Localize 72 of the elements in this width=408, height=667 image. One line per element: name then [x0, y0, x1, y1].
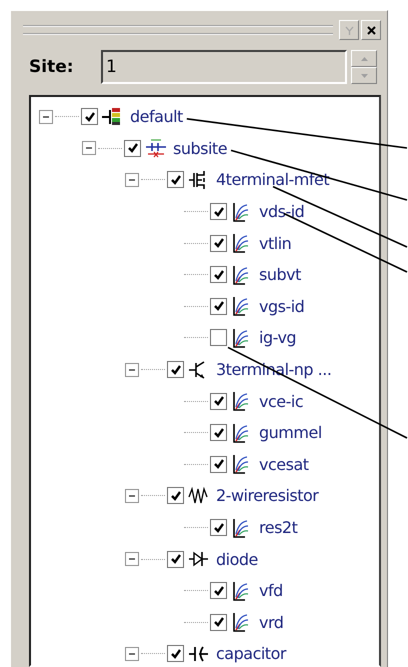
- collapse-toggle[interactable]: [82, 141, 96, 156]
- tree-item-label[interactable]: capacitor: [216, 644, 286, 664]
- check-icon: [212, 458, 224, 470]
- close-button[interactable]: [361, 20, 381, 40]
- checkbox[interactable]: [210, 519, 227, 536]
- site-label: Site:: [29, 57, 75, 77]
- spin-down-button[interactable]: [351, 67, 377, 84]
- collapse-toggle[interactable]: [125, 488, 139, 503]
- checkbox[interactable]: [210, 424, 227, 442]
- check-icon: [212, 616, 224, 628]
- check-icon: [212, 237, 224, 250]
- checkbox[interactable]: [210, 266, 227, 284]
- checkbox[interactable]: [167, 487, 184, 504]
- collapse-toggle[interactable]: [39, 110, 53, 124]
- tree-item-label[interactable]: ig-vg: [259, 328, 296, 348]
- collapse-toggle[interactable]: [125, 646, 139, 661]
- tree-item-label[interactable]: vce-ic: [259, 392, 304, 411]
- checkbox[interactable]: [167, 550, 184, 568]
- tree-item-label[interactable]: default: [130, 107, 183, 126]
- tree-item-label[interactable]: vgs-id: [259, 296, 304, 316]
- spin-up-button[interactable]: [351, 50, 377, 67]
- pin-button[interactable]: [339, 20, 359, 40]
- tree-item-label[interactable]: vtlin: [259, 234, 292, 253]
- checkbox[interactable]: [167, 645, 184, 662]
- capacitor-icon: [188, 644, 210, 664]
- check-icon: [212, 206, 224, 218]
- tree-item-label[interactable]: vrd: [259, 612, 284, 632]
- subsite-icon: [145, 138, 167, 158]
- check-icon: [212, 584, 224, 597]
- check-icon: [126, 142, 138, 154]
- checkbox[interactable]: [210, 203, 227, 220]
- tree-item-label[interactable]: 2-wireresistor: [216, 486, 318, 506]
- down-arrow-icon: [360, 74, 368, 78]
- checkbox[interactable]: [167, 361, 184, 378]
- checkbox[interactable]: [124, 140, 141, 157]
- tree-item-label[interactable]: 4terminal-mfet: [216, 170, 330, 190]
- checkbox[interactable]: [210, 392, 227, 410]
- drag-grip[interactable]: [23, 25, 333, 35]
- tree-item-label[interactable]: gummel: [259, 423, 322, 442]
- check-icon: [212, 395, 224, 408]
- checkbox[interactable]: [210, 298, 227, 315]
- check-icon: [170, 364, 182, 376]
- check-icon: [170, 490, 182, 502]
- tree-item-label[interactable]: subsite: [173, 138, 228, 158]
- check-icon: [170, 553, 182, 566]
- checkbox[interactable]: [210, 582, 227, 600]
- check-icon: [212, 426, 224, 439]
- check-icon: [170, 174, 182, 186]
- tree-item-label[interactable]: vcesat: [259, 454, 309, 474]
- check-icon: [212, 268, 224, 281]
- checkbox[interactable]: [210, 329, 227, 346]
- tree-item-label[interactable]: subvt: [259, 265, 301, 284]
- checkbox[interactable]: [210, 234, 227, 252]
- checkbox[interactable]: [81, 108, 98, 126]
- tree-item-label[interactable]: res2t: [259, 518, 298, 538]
- collapse-toggle[interactable]: [125, 172, 139, 187]
- collapse-toggle[interactable]: [125, 362, 139, 377]
- up-arrow-icon: [360, 56, 368, 60]
- tree-item-label[interactable]: diode: [216, 550, 258, 569]
- resistor-icon: [188, 486, 210, 506]
- close-icon: [366, 26, 376, 34]
- checkbox[interactable]: [210, 456, 227, 473]
- site-field[interactable]: 1: [101, 50, 347, 84]
- check-icon: [212, 522, 224, 534]
- check-icon: [212, 300, 224, 312]
- check-icon: [170, 648, 182, 660]
- checkbox[interactable]: [167, 171, 184, 188]
- tree-item-label[interactable]: vfd: [259, 581, 283, 600]
- tree-item-label[interactable]: vds-id: [259, 202, 304, 222]
- checkbox[interactable]: [210, 614, 227, 631]
- check-icon: [84, 110, 96, 123]
- collapse-toggle[interactable]: [125, 552, 139, 566]
